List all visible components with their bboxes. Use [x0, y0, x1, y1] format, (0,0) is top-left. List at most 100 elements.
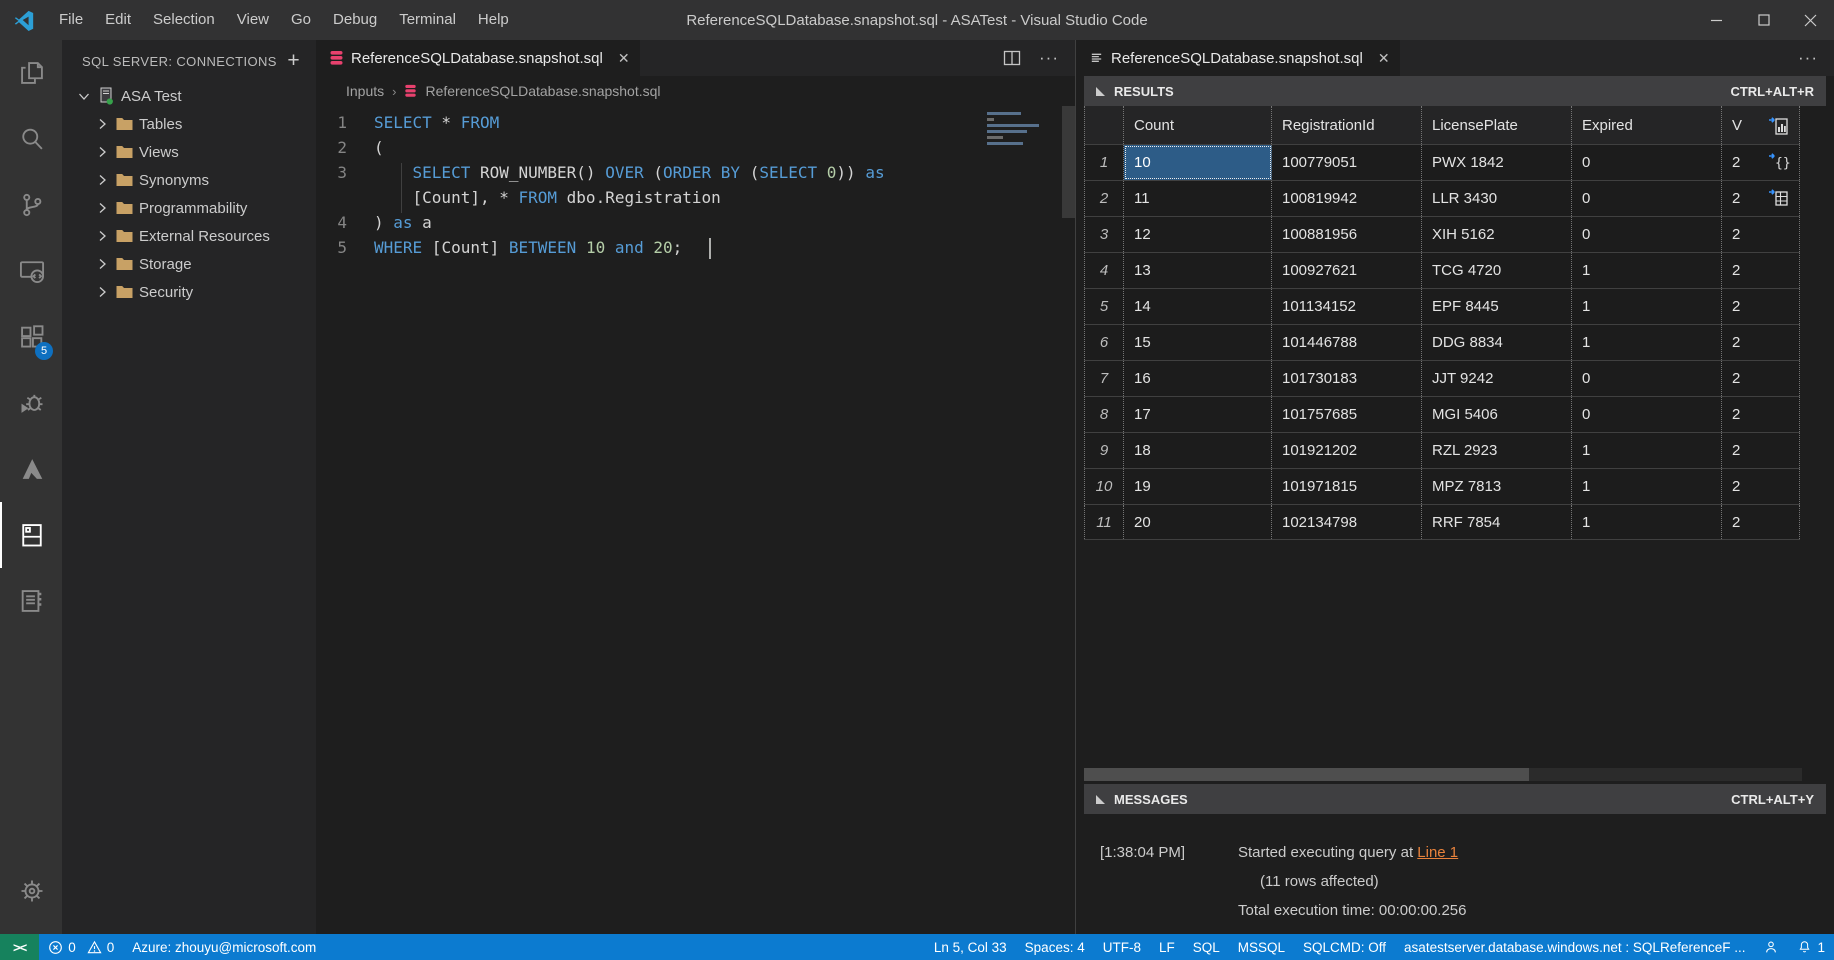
- grid-cell[interactable]: 2: [1722, 217, 1800, 252]
- menu-edit[interactable]: Edit: [94, 0, 142, 40]
- grid-cell[interactable]: 11: [1124, 181, 1272, 216]
- grid-cell[interactable]: 0: [1572, 397, 1722, 432]
- tab-query-results[interactable]: ReferenceSQLDatabase.snapshot.sql ✕: [1076, 40, 1400, 76]
- azure-icon[interactable]: [0, 436, 62, 502]
- grid-cell[interactable]: 100927621: [1272, 253, 1422, 288]
- tree-item-synonyms[interactable]: Synonyms: [62, 166, 316, 194]
- grid-cell[interactable]: 2: [1722, 397, 1800, 432]
- add-connection-button[interactable]: +: [287, 51, 300, 71]
- code-line[interactable]: 1SELECT * FROM: [316, 110, 1075, 135]
- grid-cell[interactable]: 17: [1124, 397, 1272, 432]
- grid-cell[interactable]: 0: [1572, 181, 1722, 216]
- chevron-right-icon[interactable]: [94, 144, 110, 160]
- chevron-right-icon[interactable]: [94, 172, 110, 188]
- grid-cell[interactable]: TCG 4720: [1422, 253, 1572, 288]
- grid-cell[interactable]: PWX 1842: [1422, 145, 1572, 180]
- grid-cell[interactable]: 18: [1124, 433, 1272, 468]
- source-control-icon[interactable]: [0, 172, 62, 238]
- grid-cell[interactable]: 20: [1124, 505, 1272, 539]
- status-sqlcmd-mode[interactable]: SQLCMD: Off: [1294, 934, 1395, 960]
- grid-cell[interactable]: 2: [1722, 253, 1800, 288]
- grid-cell[interactable]: 2: [1722, 289, 1800, 324]
- feedback-icon[interactable]: [1754, 934, 1788, 960]
- status-mssql-provider[interactable]: MSSQL: [1229, 934, 1294, 960]
- grid-cell[interactable]: 100779051: [1272, 145, 1422, 180]
- grid-cell[interactable]: MGI 5406: [1422, 397, 1572, 432]
- grid-cell[interactable]: 1: [1572, 325, 1722, 360]
- search-icon[interactable]: [0, 106, 62, 172]
- menu-help[interactable]: Help: [467, 0, 520, 40]
- scrollbar-thumb[interactable]: [1084, 768, 1529, 781]
- results-horizontal-scrollbar[interactable]: [1084, 768, 1802, 781]
- menu-file[interactable]: File: [48, 0, 94, 40]
- code-line[interactable]: 4) as a: [316, 210, 1075, 235]
- grid-cell[interactable]: 0: [1572, 217, 1722, 252]
- status-encoding[interactable]: UTF-8: [1094, 934, 1150, 960]
- menu-terminal[interactable]: Terminal: [388, 0, 467, 40]
- chevron-right-icon[interactable]: [94, 256, 110, 272]
- grid-cell[interactable]: MPZ 7813: [1422, 469, 1572, 504]
- grid-cell[interactable]: 0: [1572, 145, 1722, 180]
- grid-cell[interactable]: DDG 8834: [1422, 325, 1572, 360]
- chevron-right-icon[interactable]: [94, 284, 110, 300]
- grid-cell[interactable]: 2: [1722, 469, 1800, 504]
- editor-more-actions-icon[interactable]: ···: [1039, 48, 1059, 68]
- status-eol[interactable]: LF: [1150, 934, 1184, 960]
- azure-account[interactable]: Azure: zhouyu@microsoft.com: [123, 934, 325, 960]
- chevron-right-icon[interactable]: [94, 228, 110, 244]
- results-grid[interactable]: CountRegistrationIdLicensePlateExpiredV1…: [1084, 106, 1800, 540]
- code-line[interactable]: 2(: [316, 135, 1075, 160]
- grid-cell[interactable]: 19: [1124, 469, 1272, 504]
- editor-scrollbar[interactable]: [1062, 106, 1075, 218]
- menu-selection[interactable]: Selection: [142, 0, 226, 40]
- breadcrumb-folder[interactable]: Inputs: [346, 83, 384, 99]
- menu-go[interactable]: Go: [280, 0, 322, 40]
- grid-cell[interactable]: 1: [1572, 469, 1722, 504]
- explorer-icon[interactable]: [0, 40, 62, 106]
- column-header-LicensePlate[interactable]: LicensePlate: [1422, 106, 1572, 144]
- menu-view[interactable]: View: [226, 0, 280, 40]
- tree-item-tables[interactable]: Tables: [62, 110, 316, 138]
- grid-cell[interactable]: 101730183: [1272, 361, 1422, 396]
- grid-cell[interactable]: 13: [1124, 253, 1272, 288]
- column-header-RegistrationId[interactable]: RegistrationId: [1272, 106, 1422, 144]
- tab-sql-file[interactable]: ReferenceSQLDatabase.snapshot.sql ✕: [316, 40, 640, 76]
- code-line[interactable]: [Count], * FROM dbo.Registration: [316, 185, 1075, 210]
- tree-item-asa-test[interactable]: ASA Test: [62, 82, 316, 110]
- tree-item-views[interactable]: Views: [62, 138, 316, 166]
- remote-indicator[interactable]: ><: [0, 934, 39, 960]
- grid-cell[interactable]: 12: [1124, 217, 1272, 252]
- grid-cell[interactable]: 102134798: [1272, 505, 1422, 539]
- grid-cell[interactable]: 1: [1572, 253, 1722, 288]
- grid-cell[interactable]: 100819942: [1272, 181, 1422, 216]
- save-as-excel-button[interactable]: [1766, 186, 1792, 210]
- extensions-icon[interactable]: 5: [0, 304, 62, 370]
- grid-cell[interactable]: 100881956: [1272, 217, 1422, 252]
- grid-cell[interactable]: LLR 3430: [1422, 181, 1572, 216]
- minimap[interactable]: [987, 112, 1053, 148]
- maximize-button[interactable]: [1740, 0, 1787, 40]
- grid-cell[interactable]: 10: [1124, 145, 1272, 180]
- grid-cell[interactable]: 14: [1124, 289, 1272, 324]
- grid-cell[interactable]: RZL 2923: [1422, 433, 1572, 468]
- status-cursor-position[interactable]: Ln 5, Col 33: [925, 934, 1016, 960]
- panel-more-actions-icon[interactable]: ···: [1798, 48, 1818, 68]
- notebook-icon[interactable]: [0, 568, 62, 634]
- grid-cell[interactable]: RRF 7854: [1422, 505, 1572, 539]
- tab-close-icon[interactable]: ✕: [618, 50, 630, 67]
- grid-cell[interactable]: 2: [1722, 361, 1800, 396]
- grid-cell[interactable]: 2: [1722, 505, 1800, 539]
- chevron-down-icon[interactable]: [76, 88, 92, 104]
- breadcrumb[interactable]: Inputs › ReferenceSQLDatabase.snapshot.s…: [316, 76, 1075, 106]
- grid-cell[interactable]: 0: [1572, 361, 1722, 396]
- column-header-Expired[interactable]: Expired: [1572, 106, 1722, 144]
- status-language-mode[interactable]: SQL: [1184, 934, 1229, 960]
- column-header-Count[interactable]: Count: [1124, 106, 1272, 144]
- grid-cell[interactable]: 101446788: [1272, 325, 1422, 360]
- status-connection[interactable]: asatestserver.database.windows.net : SQL…: [1395, 934, 1754, 960]
- column-header-rownum[interactable]: [1084, 106, 1124, 144]
- results-section-header[interactable]: RESULTS CTRL+ALT+R: [1084, 76, 1826, 106]
- grid-cell[interactable]: JJT 9242: [1422, 361, 1572, 396]
- code-line[interactable]: 5WHERE [Count] BETWEEN 10 and 20;: [316, 235, 1075, 260]
- tree-item-security[interactable]: Security: [62, 278, 316, 306]
